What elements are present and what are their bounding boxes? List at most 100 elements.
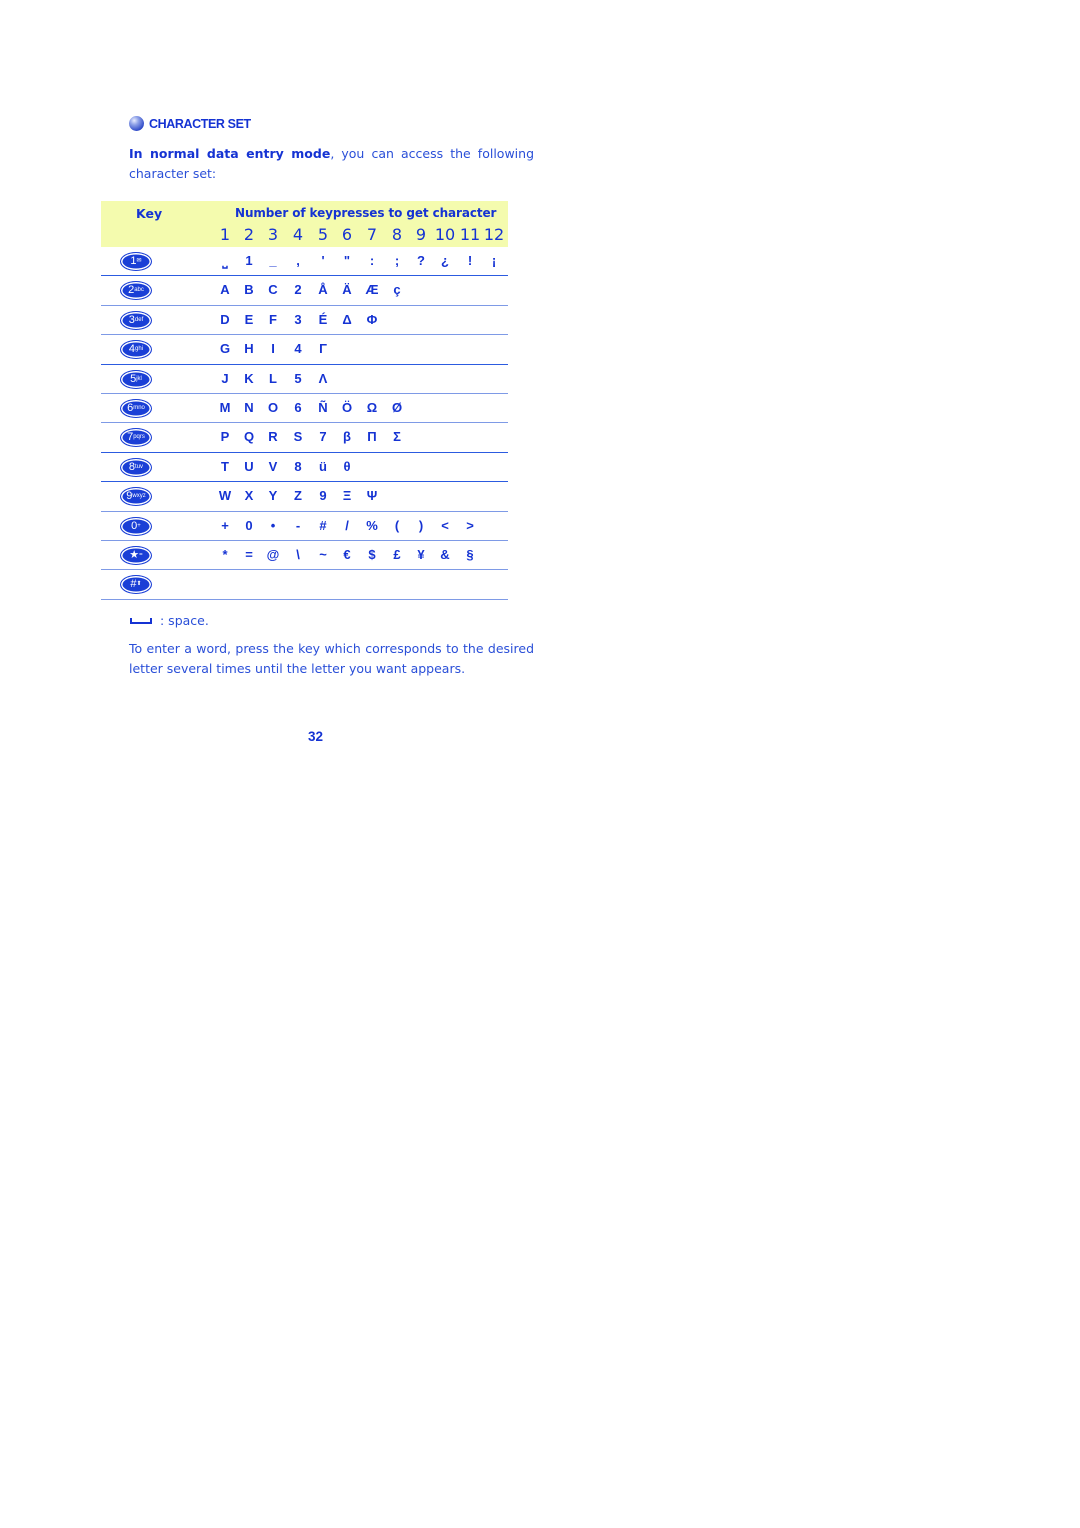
key-0-icon: 0+	[120, 516, 152, 536]
character-cell: Σ	[393, 429, 401, 445]
character-cell: ü	[319, 458, 327, 474]
character-cell: F	[269, 311, 277, 327]
character-cell: T	[221, 458, 229, 474]
key-letters: ghi	[135, 346, 144, 353]
table-row: 7pqrs P Q R S 7 β Π Σ	[101, 423, 508, 453]
character-cell: •	[270, 517, 276, 533]
bullet-ball-icon	[129, 116, 144, 131]
column-number: 5	[317, 225, 329, 244]
table-row: 5jkl J K L 5 Λ	[101, 365, 508, 394]
character-cell: >	[466, 517, 474, 533]
character-cell: ¥	[417, 546, 425, 562]
key-hash-shift-icon: #⬆	[120, 575, 152, 595]
key-letters: mno	[133, 404, 145, 411]
character-cell: D	[220, 311, 230, 327]
column-number: 11	[459, 225, 481, 244]
space-legend: : space.	[130, 613, 209, 628]
key-star-icon: ★=	[120, 545, 152, 565]
key-letters: jkl	[136, 375, 142, 382]
character-cell: G	[219, 341, 231, 357]
character-cell: Z	[294, 488, 302, 504]
key-letters: ✉	[136, 258, 142, 264]
character-cell: ?	[417, 253, 425, 268]
instructions-paragraph: To enter a word, press the key which cor…	[129, 641, 534, 676]
character-cell: Π	[367, 429, 377, 445]
keypresses-header: Number of keypresses to get character	[235, 206, 497, 220]
character-cell: N	[244, 399, 254, 415]
column-number: 12	[483, 225, 505, 244]
character-cell: 0	[245, 517, 253, 533]
key-letters: =	[139, 551, 143, 558]
column-number: 8	[391, 225, 403, 244]
table-row: 0+ +0 • - # /%() < >	[101, 512, 508, 541]
key-8-icon: 8tuv	[120, 457, 152, 477]
character-cell: :	[369, 253, 375, 268]
character-cell: €	[343, 546, 351, 562]
character-cell: M	[219, 399, 231, 415]
key-letters: wxyz	[132, 493, 146, 500]
character-cell: V	[268, 458, 278, 474]
column-number: 3	[267, 225, 279, 244]
character-cell: '	[321, 253, 325, 268]
character-cell: =	[245, 546, 253, 562]
table-row: ★= * = @ \ ~ € $ £ ¥ & §	[101, 541, 508, 571]
column-number: 7	[366, 225, 378, 244]
character-cell: *	[222, 546, 228, 562]
section-header: CHARACTER SET	[129, 116, 251, 131]
table-row: 8tuv T U V 8 ü θ	[101, 453, 508, 483]
key-digit: ★	[129, 548, 140, 561]
character-cell: B	[244, 282, 254, 298]
key-letters: pqrs	[133, 434, 145, 441]
character-cell: C	[268, 282, 278, 298]
character-cell: R	[268, 429, 278, 445]
character-cell: )	[418, 517, 424, 533]
character-cell: Ω	[366, 399, 378, 415]
page-number: 32	[308, 729, 324, 744]
character-cell: %	[366, 517, 378, 533]
character-cell: 8	[294, 458, 302, 474]
character-cell: ¡	[491, 253, 497, 268]
character-cell: @	[266, 546, 280, 562]
table-row: 6mno M N O 6 Ñ Ö Ω Ø	[101, 394, 508, 424]
key-5-icon: 5jkl	[120, 369, 152, 389]
column-number: 6	[341, 225, 353, 244]
character-cell: /	[345, 517, 349, 533]
character-cell: ¿	[441, 253, 449, 268]
character-cell: θ	[343, 458, 351, 474]
table-header: Key Number of keypresses to get characte…	[101, 201, 508, 247]
character-cell: §	[466, 546, 474, 562]
character-cell: Ψ	[366, 488, 378, 504]
key-7-icon: 7pqrs	[120, 428, 152, 448]
table-row: #⬆	[101, 570, 508, 600]
character-cell: I	[271, 341, 275, 357]
table-body: 1✉ ⎵ 1 _, ' ":;? ¿! ¡ 2abc A B C 2 Å Ä Æç 3def D E F 3 É Δ Φ 4gh…	[101, 247, 508, 600]
column-number: 2	[243, 225, 255, 244]
table-row: 1✉ ⎵ 1 _, ' ":;? ¿! ¡	[101, 247, 508, 277]
character-cell: Ø	[391, 399, 403, 415]
character-cell: 3	[294, 311, 302, 327]
character-cell: 1	[245, 253, 253, 268]
character-cell: H	[244, 341, 254, 357]
character-cell: &	[440, 546, 450, 562]
character-cell: S	[293, 429, 303, 445]
character-cell: 7	[319, 429, 327, 445]
character-cell: E	[244, 311, 254, 327]
key-1-voicemail-icon: 1✉	[120, 252, 152, 271]
character-cell: U	[244, 458, 254, 474]
table-row: 3def D E F 3 É Δ Φ	[101, 306, 508, 336]
column-number: 9	[415, 225, 427, 244]
character-cell: <	[441, 517, 449, 533]
character-cell: Δ	[342, 311, 352, 327]
character-cell: É	[318, 311, 328, 327]
character-cell: 4	[294, 341, 302, 357]
character-set-table: Key Number of keypresses to get characte…	[101, 201, 508, 600]
key-letters: def	[134, 316, 144, 323]
character-cell: K	[244, 370, 254, 386]
character-cell: P	[220, 429, 230, 445]
character-cell: _	[269, 253, 277, 268]
character-cell: !	[467, 253, 473, 268]
character-cell: 6	[294, 399, 302, 415]
character-cell: Y	[268, 488, 278, 504]
character-cell: A	[220, 282, 230, 298]
key-letters: ⬆	[136, 581, 142, 588]
